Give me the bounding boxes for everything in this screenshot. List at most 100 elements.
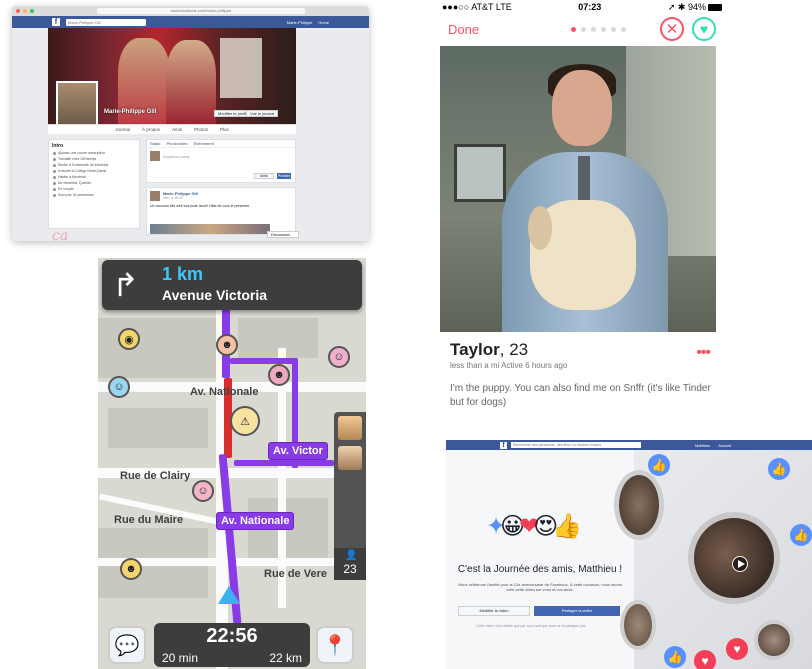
love-reaction-icon: ♥	[694, 650, 716, 669]
facebook-top-bar: f Marie-Philippe Gill Marie-Philippe Hom…	[12, 16, 369, 28]
route-street-tag: Av. Victor	[268, 442, 328, 460]
wazer-icon[interactable]: ☻	[120, 558, 142, 580]
composer-tab-event[interactable]: Événement	[194, 141, 214, 146]
friend-avatar[interactable]	[338, 446, 362, 470]
speech-bubble-icon: 💬	[114, 634, 140, 657]
post-avatar[interactable]	[150, 191, 160, 201]
street-label: Rue de Clairy	[120, 470, 191, 482]
tinder-nav-bar: Done ✕ ♥	[436, 14, 728, 44]
share-video-button[interactable]: Partager la vidéo	[534, 606, 620, 616]
eta-panel[interactable]: 22:56 20 min 22 km	[154, 623, 310, 667]
hazard-report-icon[interactable]: ⚠	[230, 406, 260, 436]
composer-tab-status[interactable]: Statut	[150, 141, 160, 146]
route-street-tag: Av. Nationale	[216, 512, 295, 530]
facebook-logo-icon[interactable]: f	[500, 441, 507, 449]
maximize-window-icon[interactable]	[30, 9, 34, 13]
address-bar[interactable]: www.facebook.com/marie.philippe	[97, 8, 305, 14]
post-text: Un nouveau site web tout juste lancé! Hâ…	[150, 204, 251, 208]
audience-selector[interactable]: Amis	[254, 173, 274, 179]
intro-line[interactable]: Ajoutez une courte description	[53, 151, 136, 155]
publish-button[interactable]: Publier	[277, 173, 291, 179]
profile-photo[interactable]	[440, 46, 716, 332]
edit-profile-button[interactable]: Modifier le profil	[214, 110, 251, 117]
eta-time: 22:56	[206, 625, 258, 647]
friends-day-heading: C'est la Journée des amis, Matthieu !	[457, 564, 623, 575]
profile-name: Marie-Philippe Gill	[104, 109, 157, 115]
chat-bar[interactable]: Discussion	[267, 231, 299, 238]
play-video-icon[interactable]	[732, 556, 748, 572]
tab-photos[interactable]: Photos	[194, 127, 208, 132]
wazer-icon[interactable]: ☻	[268, 364, 290, 386]
eta-minutes: 20 min	[162, 651, 199, 665]
current-location-arrow-icon	[218, 586, 240, 604]
person-icon: 👤	[345, 550, 358, 561]
intro-line: De Montréal, Québec	[53, 181, 136, 185]
report-button[interactable]: 💬	[108, 626, 146, 664]
friends-video-preview[interactable]: 👍 👍 👍 ♥ ♥ 👍	[614, 450, 812, 669]
tinder-profile-screenshot: ●●●○○ AT&T LTE 07:23 ➚ ✱ 94% Done ✕ ♥ Ta…	[436, 0, 728, 420]
like-button[interactable]: ♥	[691, 17, 716, 41]
facebook-profile-screenshot: www.facebook.com/marie.philippe f Marie-…	[12, 6, 369, 241]
search-input[interactable]: Marie-Philippe Gill	[66, 18, 146, 26]
tab-timeline[interactable]: Journal	[115, 127, 130, 132]
profile-avatar[interactable]	[56, 81, 98, 126]
timeline-post: Marie-Philippe Gill Hier, à 15:30 Un nou…	[146, 187, 296, 235]
profile-tabs: Journal À propos Amis Photos Plus	[48, 124, 296, 134]
friends-sidebar[interactable]	[334, 412, 366, 562]
turn-distance: 1 km	[162, 264, 204, 284]
like-reaction-icon: 👍	[648, 454, 670, 476]
header-user-link[interactable]: Matthieu	[695, 443, 710, 448]
photo-page-dots[interactable]	[571, 26, 627, 32]
post-timestamp[interactable]: Hier, à 15:30	[163, 196, 292, 200]
post-composer: Statut Photo/vidéo Événement Exprimez-vo…	[146, 139, 296, 183]
header-home-link[interactable]: Home	[318, 20, 329, 25]
wazer-icon[interactable]: ☺	[328, 346, 350, 368]
browser-chrome: www.facebook.com/marie.philippe	[12, 6, 369, 16]
profile-bio: I'm the puppy. You can also find me on S…	[450, 383, 711, 408]
header-home-link[interactable]: Accueil	[718, 443, 731, 448]
close-window-icon[interactable]	[16, 9, 20, 13]
wazer-icon[interactable]: ☺	[192, 480, 214, 502]
search-destination-button[interactable]: 📍	[316, 626, 354, 664]
friends-video[interactable]	[688, 512, 780, 604]
page-dot	[611, 26, 617, 32]
facebook-logo-icon[interactable]: f	[52, 18, 60, 26]
tab-friends[interactable]: Amis	[172, 127, 182, 132]
wazer-icon[interactable]: ◉	[118, 328, 140, 350]
done-button[interactable]: Done	[448, 22, 479, 37]
composer-input[interactable]: Exprimez-vous	[163, 154, 189, 159]
battery-icon	[708, 3, 722, 11]
turn-instruction-panel[interactable]: ↱ 1 km Avenue Victoria	[102, 260, 362, 310]
post-image[interactable]	[150, 224, 270, 234]
wazer-icon[interactable]: ☺	[108, 376, 130, 398]
friends-emoji-cluster: ✦😀❤😍👍	[486, 513, 583, 540]
nope-button[interactable]: ✕	[659, 17, 684, 41]
friend-avatar[interactable]	[338, 416, 362, 440]
page-dot	[581, 26, 587, 32]
distance-activity: less than a mi Active 6 hours ago	[450, 361, 568, 370]
search-input[interactable]: Rechercher des personnes, des lieux ou d…	[511, 442, 641, 448]
view-journal-button[interactable]: Voir le journal	[246, 110, 279, 117]
battery-indicator: ➚ ✱ 94%	[668, 2, 722, 13]
nearby-wazers-count[interactable]: 👤 23	[334, 548, 366, 580]
edit-video-button[interactable]: Modifier la vidéo	[458, 606, 530, 616]
more-options-icon[interactable]: •••	[696, 344, 711, 362]
facebook-friends-day-screenshot: f Rechercher des personnes, des lieux ou…	[446, 440, 812, 669]
like-reaction-icon: 👍	[790, 524, 812, 546]
like-reaction-icon: 👍	[768, 458, 790, 480]
carrier-label: ●●●○○ AT&T LTE	[442, 2, 512, 12]
wazer-icon[interactable]: ☻	[216, 334, 238, 356]
love-reaction-icon: ♥	[726, 638, 748, 660]
intro-title: Intro	[52, 143, 64, 149]
intro-line: A étudié à Collège Notre-Dame	[53, 169, 136, 173]
facebook-top-bar: f Rechercher des personnes, des lieux ou…	[446, 440, 812, 450]
street-label: Rue du Maire	[114, 514, 184, 526]
minimize-window-icon[interactable]	[23, 9, 27, 13]
tab-about[interactable]: À propos	[142, 127, 160, 132]
street-label: Rue de Vere	[264, 568, 327, 580]
intro-line: Habite à Montréal	[53, 175, 136, 179]
friends-day-subtitle: Nous célébrons l'amitié pour le 12e anni…	[458, 582, 622, 592]
header-user-link[interactable]: Marie-Philippe	[287, 20, 313, 25]
tab-more[interactable]: Plus	[220, 127, 229, 132]
composer-tab-photo[interactable]: Photo/vidéo	[166, 141, 187, 146]
